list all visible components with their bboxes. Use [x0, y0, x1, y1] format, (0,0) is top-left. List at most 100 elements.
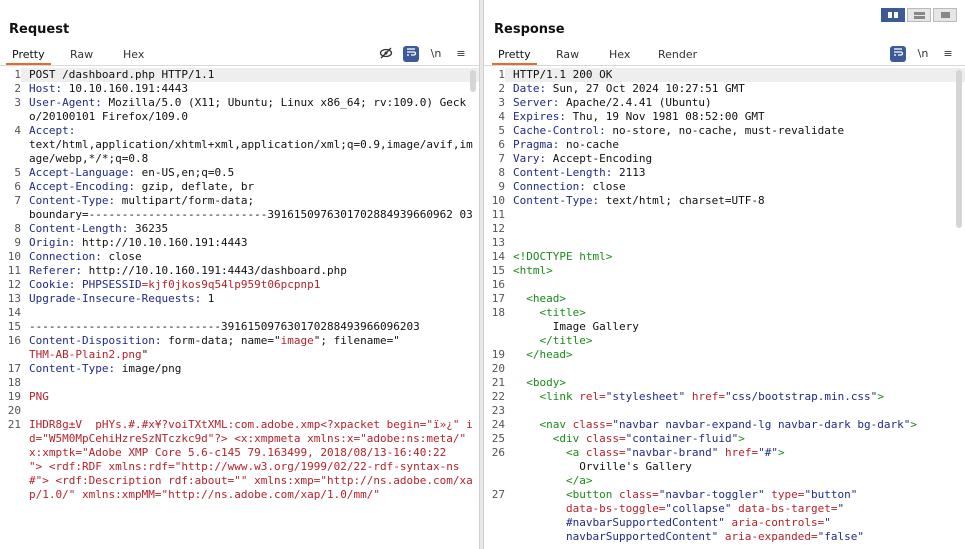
code-text[interactable]: [21, 404, 479, 418]
tab-response-pretty[interactable]: Pretty: [492, 48, 537, 65]
menu-icon[interactable]: ≡: [453, 46, 469, 62]
code-text[interactable]: Date: Sun, 27 Oct 2024 10:27:51 GMT: [505, 82, 965, 96]
code-text[interactable]: Accept: text/html,application/xhtml+xml,…: [21, 124, 479, 166]
code-token: form-data; name=": [161, 334, 281, 347]
code-token: type=: [764, 488, 805, 501]
code-text[interactable]: Connection: close: [21, 250, 479, 264]
tab-response-render[interactable]: Render: [658, 48, 697, 61]
code-text[interactable]: Vary: Accept-Encoding: [505, 152, 965, 166]
code-token: Cache-Control:: [513, 124, 606, 137]
code-token: <button: [565, 488, 619, 501]
code-token: aria-expanded=: [718, 530, 818, 543]
code-text[interactable]: IHDR8g±V pHYs.#.#x¥?voiTXtXML:com.adobe.…: [21, 418, 479, 502]
code-line: 20: [0, 404, 479, 418]
code-text[interactable]: <body>: [505, 376, 965, 390]
code-text[interactable]: Content-Type: image/png: [21, 362, 479, 376]
code-text[interactable]: Content-Length: 36235: [21, 222, 479, 236]
code-token: Origin:: [29, 236, 76, 249]
code-text[interactable]: Origin: http://10.10.160.191:4443: [21, 236, 479, 250]
code-text[interactable]: Upgrade-Insecure-Requests: 1: [21, 292, 479, 306]
tab-request-hex[interactable]: Hex: [123, 48, 144, 61]
code-text[interactable]: Pragma: no-cache: [505, 138, 965, 152]
code-text[interactable]: <div class="container-fluid">: [505, 432, 965, 446]
code-text[interactable]: Content-Disposition: form-data; name="im…: [21, 334, 479, 362]
response-scrollbar[interactable]: [956, 70, 962, 228]
code-text[interactable]: Accept-Language: en-US,en;q=0.5: [21, 166, 479, 180]
code-text[interactable]: [21, 306, 479, 320]
code-token: http://10.10.160.191:4443/dashboard.php: [81, 264, 347, 277]
menu-icon[interactable]: ≡: [940, 46, 956, 62]
request-scrollbar[interactable]: [470, 70, 476, 92]
code-text[interactable]: Connection: close: [505, 180, 965, 194]
code-text[interactable]: [21, 376, 479, 390]
code-text[interactable]: [505, 222, 965, 236]
code-line: 12: [484, 222, 965, 236]
code-text[interactable]: Accept-Encoding: gzip, deflate, br: [21, 180, 479, 194]
code-token: <head>: [526, 292, 566, 305]
code-text[interactable]: [505, 404, 965, 418]
code-text[interactable]: User-Agent: Mozilla/5.0 (X11; Ubuntu; Li…: [21, 96, 479, 124]
line-number: 6: [14, 180, 21, 193]
code-token: 1: [201, 292, 215, 305]
layout-side-by-side-button[interactable]: [881, 8, 905, 22]
code-text[interactable]: [505, 362, 965, 376]
wrap-lines-icon[interactable]: [890, 46, 906, 62]
code-token: "css/bootstrap.min.css": [724, 390, 878, 403]
code-token: >: [877, 390, 884, 403]
tab-response-hex[interactable]: Hex: [609, 48, 630, 61]
code-text[interactable]: <html>: [505, 264, 965, 278]
code-text[interactable]: Content-Length: 2113: [505, 166, 965, 180]
eye-slash-icon[interactable]: [378, 46, 394, 62]
code-text[interactable]: <a class="navbar-brand" href="#"> Orvill…: [505, 446, 965, 488]
wrap-lines-icon[interactable]: [403, 46, 419, 62]
code-token: data-bs-toggle=: [565, 502, 666, 515]
code-line: 4 Accept: text/html,application/xhtml+xml…: [0, 124, 479, 166]
code-line: 7 Content-Type: multipart/form-data; boun…: [0, 194, 479, 222]
code-text[interactable]: <!DOCTYPE html>: [505, 250, 965, 264]
code-text[interactable]: Host: 10.10.160.191:4443: [21, 82, 479, 96]
code-text[interactable]: Referer: http://10.10.160.191:4443/dashb…: [21, 264, 479, 278]
tab-request-pretty[interactable]: Pretty: [6, 48, 51, 65]
code-text[interactable]: [505, 236, 965, 250]
layout-horizontal-button[interactable]: [907, 8, 931, 22]
code-text[interactable]: Expires: Thu, 19 Nov 1981 08:52:00 GMT: [505, 110, 965, 124]
tab-response-raw[interactable]: Raw: [556, 48, 579, 61]
response-editor[interactable]: 1 HTTP/1.1 200 OK 2 Date: Sun, 27 Oct 2024 …: [484, 68, 965, 549]
line-number: 15: [7, 320, 21, 333]
code-text[interactable]: Content-Type: text/html; charset=UTF-8: [505, 194, 965, 208]
line-number: 3: [14, 96, 21, 109]
code-token: Vary:: [513, 152, 547, 165]
layout-single-button[interactable]: [933, 8, 957, 22]
code-text[interactable]: <nav class="navbar navbar-expand-lg navb…: [505, 418, 965, 432]
code-text[interactable]: Cookie: PHPSESSID=kjf0jkos9q54lp959t06pc…: [21, 278, 479, 292]
code-line: 6 Pragma: no-cache: [484, 138, 965, 152]
code-text[interactable]: -----------------------------39161509763…: [21, 320, 479, 334]
code-text[interactable]: HTTP/1.1 200 OK: [505, 68, 965, 82]
code-token: Thu, 19 Nov 1981 08:52:00 GMT: [565, 110, 765, 123]
code-text[interactable]: PNG: [21, 390, 479, 404]
line-number: 3: [498, 96, 505, 109]
code-text[interactable]: <head>: [505, 292, 965, 306]
tab-request-raw[interactable]: Raw: [70, 48, 93, 61]
newline-toggle-button[interactable]: \n: [428, 46, 444, 62]
code-token: Host:: [29, 82, 63, 95]
code-token: Accept-Encoding:: [29, 180, 135, 193]
code-text[interactable]: <button class="navbar-toggler" type="but…: [505, 488, 965, 544]
line-number: 11: [491, 208, 505, 221]
code-token: POST /dashboard.php HTTP/1.1: [29, 68, 215, 81]
newline-toggle-button[interactable]: \n: [915, 46, 931, 62]
code-text[interactable]: Cache-Control: no-store, no-cache, must-…: [505, 124, 965, 138]
code-line: 17 Content-Type: image/png: [0, 362, 479, 376]
code-text[interactable]: [505, 208, 965, 222]
code-text[interactable]: Content-Type: multipart/form-data; bound…: [21, 194, 479, 222]
code-text[interactable]: Server: Apache/2.4.41 (Ubuntu): [505, 96, 965, 110]
request-editor[interactable]: 1 POST /dashboard.php HTTP/1.1 2 Host: 10.1…: [0, 68, 479, 549]
code-text[interactable]: [505, 278, 965, 292]
code-text[interactable]: </head>: [505, 348, 965, 362]
code-text[interactable]: <title> Image Gallery </title>: [505, 306, 965, 348]
code-text[interactable]: <link rel="stylesheet" href="css/bootstr…: [505, 390, 965, 404]
code-text[interactable]: POST /dashboard.php HTTP/1.1: [21, 68, 479, 82]
